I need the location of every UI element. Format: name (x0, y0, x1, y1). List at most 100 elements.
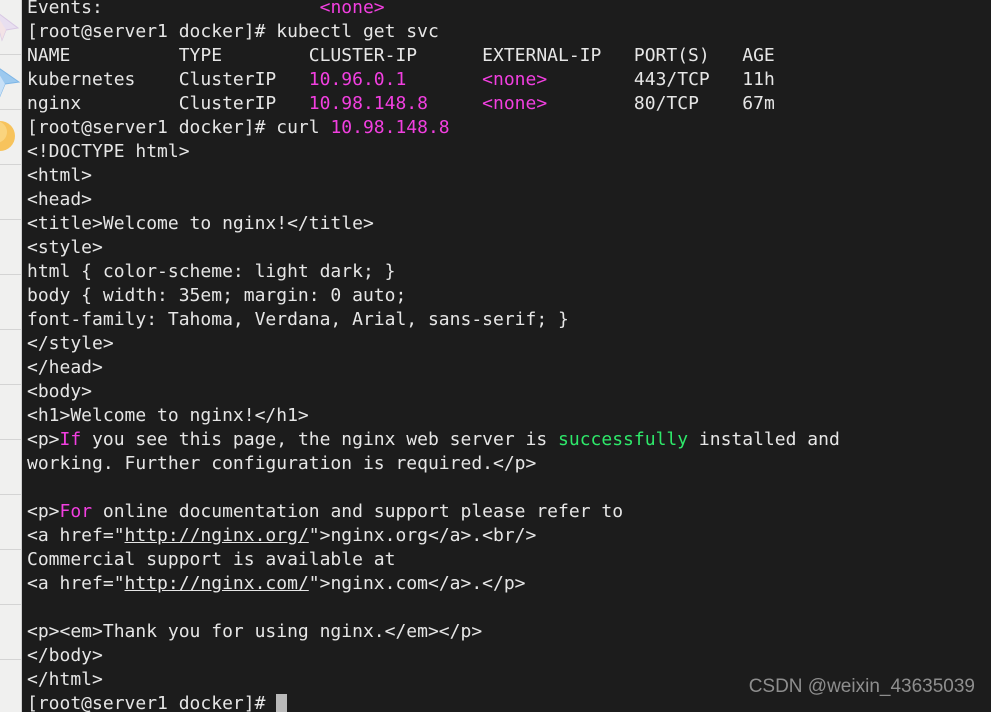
sidebar-item-12[interactable] (0, 660, 21, 712)
blue-arrow-icon (0, 68, 21, 98)
terminal-output: Events: <none> [root@server1 docker]# kub… (22, 0, 991, 712)
terminal-window[interactable]: Events: <none> [root@server1 docker]# kub… (22, 0, 991, 712)
text-span: <body> (27, 381, 93, 402)
text-span: <a href=" (27, 525, 125, 546)
text-span: <title>Welcome to nginx!</title> (27, 213, 374, 234)
text-span: 80/TCP 67m (547, 93, 775, 114)
sidebar-item-7[interactable] (0, 385, 21, 440)
orange-circle-icon (0, 121, 15, 151)
text-span: <p> (27, 501, 60, 522)
text-span: successfully (558, 429, 689, 450)
terminal-line-out-css-html: html { color-scheme: light dark; } (27, 260, 991, 284)
sidebar-item-10[interactable] (0, 550, 21, 605)
text-span: you see this page, the nginx web server … (81, 429, 559, 450)
text-span: <head> (27, 189, 93, 210)
text-span: [root@server1 docker]# (27, 693, 277, 712)
app-sidebar (0, 0, 22, 712)
text-span: </html> (27, 669, 103, 690)
sidebar-item-1[interactable] (0, 55, 21, 110)
terminal-line-out-head-open: <head> (27, 188, 991, 212)
text-span: http://nginx.org/ (124, 525, 309, 546)
text-span: <html> (27, 165, 93, 186)
terminal-line-out-blank-1 (27, 476, 991, 500)
terminal-line-out-title: <title>Welcome to nginx!</title> (27, 212, 991, 236)
terminal-line-out-p-if-1: <p>If you see this page, the nginx web s… (27, 428, 991, 452)
text-span: kubernetes ClusterIP (27, 69, 309, 90)
terminal-line-svc-row-nginx: nginx ClusterIP 10.98.148.8 <none> 80/TC… (27, 92, 991, 116)
text-span: If (59, 429, 82, 450)
terminal-line-out-style-open: <style> (27, 236, 991, 260)
text-span: Events: (27, 0, 320, 18)
text-span: ">nginx.com</a>.</p> (308, 573, 526, 594)
text-span: <h1>Welcome to nginx!</h1> (27, 405, 309, 426)
text-span: <none> (482, 69, 548, 90)
terminal-line-out-body-open: <body> (27, 380, 991, 404)
terminal-line-out-html-open: <html> (27, 164, 991, 188)
text-span: 10.96.0.1 (308, 69, 407, 90)
text-span (27, 477, 38, 498)
text-span: [root@server1 docker]# curl (27, 117, 331, 138)
terminal-line-out-p-thanks: <p><em>Thank you for using nginx.</em></… (27, 620, 991, 644)
terminal-line-out-a-nginx-org: <a href="http://nginx.org/">nginx.org</a… (27, 524, 991, 548)
sidebar-item-4[interactable] (0, 220, 21, 275)
sidebar-item-8[interactable] (0, 440, 21, 495)
text-span: body { width: 35em; margin: 0 auto; (27, 285, 407, 306)
text-span: nginx ClusterIP (27, 93, 309, 114)
text-span: http://nginx.com/ (124, 573, 309, 594)
text-span: </style> (27, 333, 114, 354)
terminal-line-out-style-close: </style> (27, 332, 991, 356)
terminal-line-out-p-for: <p>For online documentation and support … (27, 500, 991, 524)
text-span: </head> (27, 357, 103, 378)
text-span (406, 69, 482, 90)
text-span (27, 597, 38, 618)
terminal-line-svc-row-kubernetes: kubernetes ClusterIP 10.96.0.1 <none> 44… (27, 68, 991, 92)
sidebar-item-2[interactable] (0, 110, 21, 165)
terminal-line-out-p-if-2: working. Further configuration is requir… (27, 452, 991, 476)
terminal-line-out-h1: <h1>Welcome to nginx!</h1> (27, 404, 991, 428)
text-span: <none> (482, 93, 548, 114)
text-span: online documentation and support please … (92, 501, 624, 522)
terminal-line-out-commercial: Commercial support is available at (27, 548, 991, 572)
terminal-line-out-head-close: </head> (27, 356, 991, 380)
text-span: working. Further configuration is requir… (27, 453, 537, 474)
text-span: 10.98.148.8 (330, 117, 450, 138)
text-span: installed and (688, 429, 840, 450)
sidebar-item-6[interactable] (0, 330, 21, 385)
sidebar-item-3[interactable] (0, 165, 21, 220)
watermark: CSDN @weixin_43635039 (748, 676, 975, 697)
terminal-line-events-line: Events: <none> (27, 0, 991, 20)
text-span: 443/TCP 11h (547, 69, 775, 90)
terminal-line-out-body-close: </body> (27, 644, 991, 668)
terminal-line-out-doctype: <!DOCTYPE html> (27, 140, 991, 164)
text-span: [root@server1 docker]# kubectl get svc (27, 21, 439, 42)
text-span: <style> (27, 237, 103, 258)
screen: Events: <none> [root@server1 docker]# kub… (0, 0, 991, 712)
terminal-line-cmd-kubectl-get-svc: [root@server1 docker]# kubectl get svc (27, 20, 991, 44)
text-span: <p><em>Thank you for using nginx.</em></… (27, 621, 483, 642)
terminal-line-cmd-curl: [root@server1 docker]# curl 10.98.148.8 (27, 116, 991, 140)
text-span: NAME TYPE CLUSTER-IP EXTERNAL-IP PORT(S)… (27, 45, 775, 66)
cursor-arrow-icon (0, 13, 20, 42)
text-span: </body> (27, 645, 103, 666)
text-cursor (276, 694, 288, 712)
sidebar-item-9[interactable] (0, 495, 21, 550)
terminal-line-svc-table-header: NAME TYPE CLUSTER-IP EXTERNAL-IP PORT(S)… (27, 44, 991, 68)
text-span: ">nginx.org</a>.<br/> (308, 525, 537, 546)
text-span: font-family: Tahoma, Verdana, Arial, san… (27, 309, 569, 330)
text-span: <none> (319, 0, 385, 18)
terminal-line-out-blank-2 (27, 596, 991, 620)
text-span: 10.98.148.8 (308, 93, 428, 114)
terminal-line-out-css-body: body { width: 35em; margin: 0 auto; (27, 284, 991, 308)
text-span: <a href=" (27, 573, 125, 594)
text-span: Commercial support is available at (27, 549, 396, 570)
terminal-line-out-css-font: font-family: Tahoma, Verdana, Arial, san… (27, 308, 991, 332)
terminal-line-out-a-nginx-com: <a href="http://nginx.com/">nginx.com</a… (27, 572, 991, 596)
text-span (428, 93, 482, 114)
text-span: html { color-scheme: light dark; } (27, 261, 396, 282)
text-span: <!DOCTYPE html> (27, 141, 190, 162)
sidebar-item-0[interactable] (0, 0, 21, 55)
sidebar-item-5[interactable] (0, 275, 21, 330)
text-span: For (59, 501, 93, 522)
sidebar-item-11[interactable] (0, 605, 21, 660)
text-span: <p> (27, 429, 60, 450)
